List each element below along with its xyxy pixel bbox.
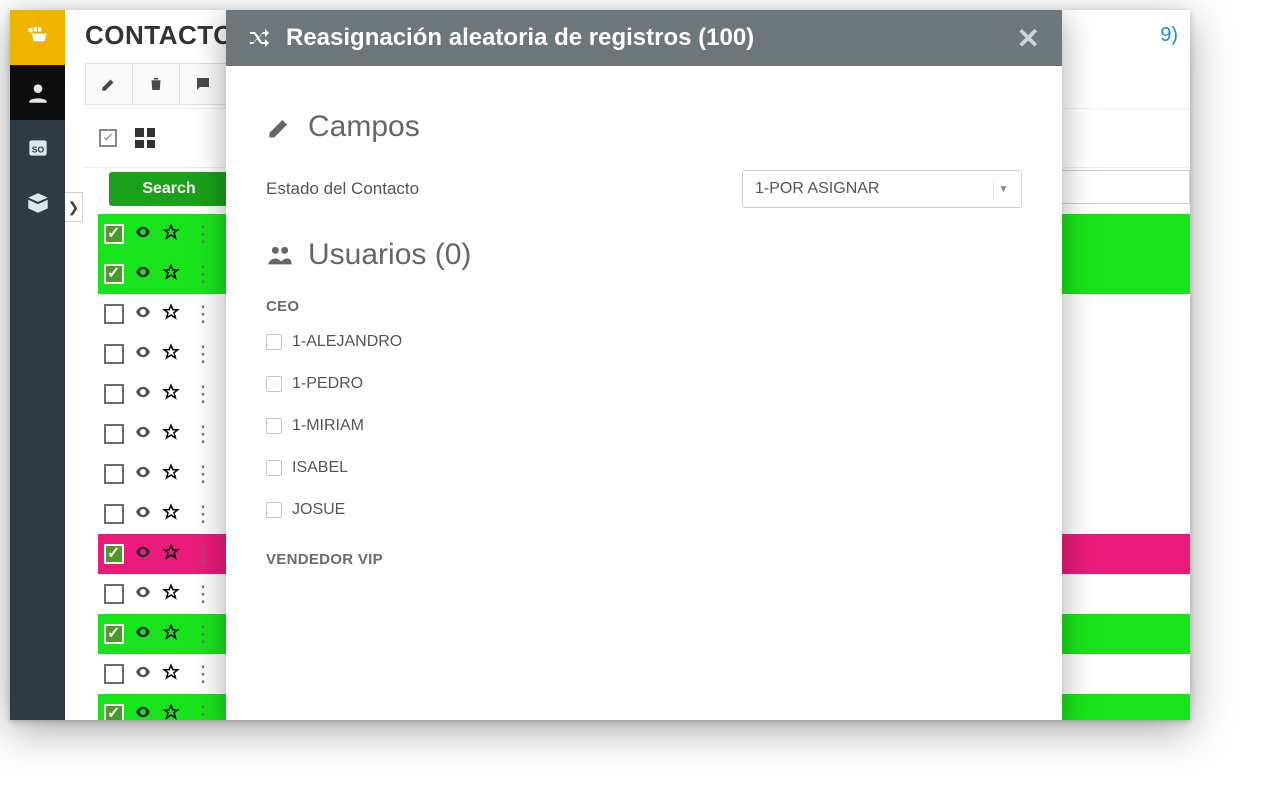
eye-icon[interactable] [134,223,152,246]
user-item[interactable]: JOSUE [266,489,1022,531]
row-checkbox[interactable] [104,584,124,604]
star-icon[interactable] [162,623,180,646]
field-label: Estado del Contacto [266,179,419,199]
star-icon[interactable] [162,543,180,566]
row-checkbox[interactable] [104,424,124,444]
contact-status-select[interactable]: 1-POR ASIGNAR ▼ [742,170,1022,208]
users-icon [266,241,294,269]
comment-button[interactable] [179,63,227,105]
star-icon[interactable] [162,263,180,286]
user-group-label: CEO [266,298,1022,315]
select-all-checkbox[interactable] [99,129,117,147]
search-button[interactable]: Search [109,172,229,206]
edit-icon [266,113,294,141]
eye-icon[interactable] [134,383,152,406]
user-group-label: VENDEDOR VIP [266,551,1022,568]
reassign-modal: Reasignación aleatoria de registros (100… [226,10,1062,720]
svg-text:SO: SO [31,144,44,154]
edit-button[interactable] [85,63,133,105]
user-checkbox[interactable] [266,334,282,350]
row-checkbox[interactable] [104,704,124,720]
modal-header: Reasignación aleatoria de registros (100… [226,10,1062,66]
user-name: JOSUE [292,501,345,519]
row-checkbox[interactable] [104,664,124,684]
user-checkbox[interactable] [266,376,282,392]
row-checkbox[interactable] [104,224,124,244]
filter-input[interactable] [1060,170,1190,204]
eye-icon[interactable] [134,663,152,686]
expand-sidebar-button[interactable]: ❯ [65,192,83,222]
user-name: 1-PEDRO [292,375,363,393]
user-name: 1-MIRIAM [292,417,364,435]
user-item[interactable]: 1-MIRIAM [266,405,1022,447]
eye-icon[interactable] [134,543,152,566]
eye-icon[interactable] [134,503,152,526]
fields-section-title: Campos [266,110,1022,144]
row-checkbox[interactable] [104,544,124,564]
user-checkbox[interactable] [266,460,282,476]
user-checkbox[interactable] [266,418,282,434]
row-checkbox[interactable] [104,504,124,524]
star-icon[interactable] [162,703,180,721]
row-checkbox[interactable] [104,464,124,484]
brand-logo-icon[interactable] [10,10,65,65]
close-icon[interactable]: ✕ [1017,22,1040,55]
delete-button[interactable] [132,63,180,105]
star-icon[interactable] [162,583,180,606]
eye-icon[interactable] [134,423,152,446]
star-icon[interactable] [162,503,180,526]
star-icon[interactable] [162,423,180,446]
eye-icon[interactable] [134,263,152,286]
row-checkbox[interactable] [104,264,124,284]
eye-icon[interactable] [134,303,152,326]
shuffle-icon [248,26,272,50]
star-icon[interactable] [162,663,180,686]
modal-title: Reasignación aleatoria de registros (100… [286,24,754,52]
user-name: 1-ALEJANDRO [292,333,402,351]
star-icon[interactable] [162,303,180,326]
left-nav: SO [10,10,65,720]
user-checkbox[interactable] [266,502,282,518]
star-icon[interactable] [162,343,180,366]
row-checkbox[interactable] [104,304,124,324]
eye-icon[interactable] [134,703,152,721]
eye-icon[interactable] [134,623,152,646]
select-value: 1-POR ASIGNAR [755,180,879,198]
eye-icon[interactable] [134,463,152,486]
eye-icon[interactable] [134,343,152,366]
user-item[interactable]: 1-ALEJANDRO [266,321,1022,363]
row-checkbox[interactable] [104,384,124,404]
app-window: SO ❯ CONTACTOS › Cli 9) Search ⋮⋮⋮⋮⋮⋮⋮⋮⋮… [10,10,1190,720]
modal-body: Campos Estado del Contacto 1-POR ASIGNAR… [226,66,1062,600]
star-icon[interactable] [162,223,180,246]
nav-box-icon[interactable] [10,175,65,230]
record-count: 9) [1160,24,1178,47]
nav-contacts-icon[interactable] [10,65,65,120]
star-icon[interactable] [162,383,180,406]
row-checkbox[interactable] [104,624,124,644]
user-name: ISABEL [292,459,348,477]
star-icon[interactable] [162,463,180,486]
user-item[interactable]: 1-PEDRO [266,363,1022,405]
users-section-title: Usuarios (0) [266,238,1022,272]
user-item[interactable]: ISABEL [266,447,1022,489]
eye-icon[interactable] [134,583,152,606]
grid-view-icon[interactable] [135,128,155,148]
nav-so-icon[interactable]: SO [10,120,65,175]
chevron-down-icon: ▼ [993,179,1013,199]
contact-status-field: Estado del Contacto 1-POR ASIGNAR ▼ [266,170,1022,208]
row-checkbox[interactable] [104,344,124,364]
